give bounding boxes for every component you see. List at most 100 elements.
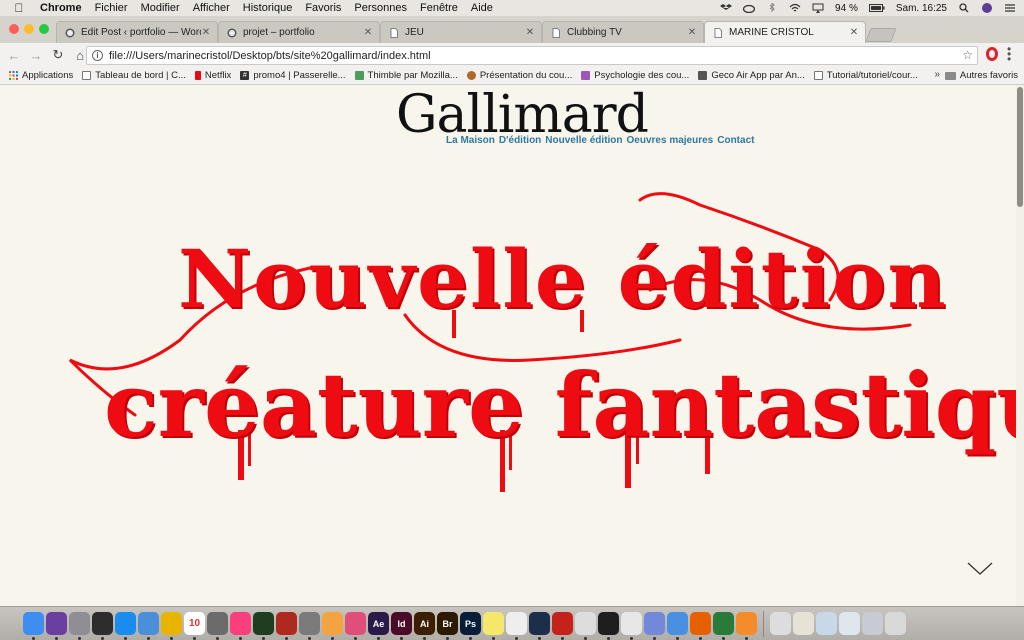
minimize-window-button[interactable] — [24, 24, 34, 34]
stickies-icon[interactable] — [483, 612, 504, 640]
menu-historique[interactable]: Historique — [243, 2, 293, 14]
filezilla-icon[interactable] — [552, 612, 573, 640]
wifi-icon[interactable] — [789, 3, 801, 13]
itunes-icon[interactable] — [230, 612, 251, 640]
tab-marine-cristol[interactable]: MARINE CRISTOL ✕ — [704, 21, 866, 43]
system-preferences-icon[interactable] — [299, 612, 320, 640]
bookmark-tutorial[interactable]: Tutorial/tutoriel/cour... — [813, 70, 918, 81]
menu-afficher[interactable]: Afficher — [193, 2, 230, 14]
textedit-icon[interactable] — [506, 612, 527, 640]
menu-fenetre[interactable]: Fenêtre — [420, 2, 458, 14]
reload-icon[interactable]: ↻ — [50, 47, 66, 63]
bookmark-promo4[interactable]: # promo4 | Passerelle... — [240, 70, 346, 81]
finder-icon[interactable] — [23, 612, 44, 640]
spotlight-search-icon[interactable] — [958, 3, 970, 13]
bookmark-folder-autres-favoris[interactable]: Autres favoris — [944, 70, 1018, 81]
bookmark-applications[interactable]: Applications — [9, 70, 73, 81]
photos-icon[interactable] — [322, 612, 343, 640]
site-info-icon[interactable]: i — [92, 50, 103, 61]
calendar-icon[interactable]: 10 — [184, 612, 205, 640]
close-window-button[interactable] — [9, 24, 19, 34]
bookmark-tableau-de-bord[interactable]: Tableau de bord | C... — [82, 70, 186, 81]
window-thumb-2-icon[interactable] — [793, 612, 814, 635]
bookmark-thimble[interactable]: Thimble par Mozilla... — [354, 70, 458, 81]
nav-link-oeuvres-majeures[interactable]: Oeuvres majeures — [627, 135, 714, 146]
bridge-icon[interactable]: Br — [437, 612, 458, 640]
window-thumb-4-icon[interactable] — [839, 612, 860, 635]
tab-clubbing-tv[interactable]: Clubbing TV ✕ — [542, 21, 704, 43]
scrollbar-thumb[interactable] — [1017, 87, 1023, 207]
bookmarks-overflow-chevron-icon[interactable]: » — [934, 69, 940, 80]
terminal-icon[interactable] — [598, 612, 619, 640]
launchpad-icon[interactable] — [69, 612, 90, 640]
trash-icon[interactable] — [885, 612, 906, 635]
close-tab-icon[interactable]: ✕ — [363, 27, 373, 38]
activity-monitor-icon[interactable] — [253, 612, 274, 640]
menu-fichier[interactable]: Fichier — [95, 2, 128, 14]
keynote-icon[interactable] — [345, 612, 366, 640]
bookmark-star-icon[interactable]: ☆ — [962, 48, 973, 62]
back-arrow-icon[interactable]: ← — [6, 47, 22, 63]
menu-modifier[interactable]: Modifier — [141, 2, 180, 14]
address-bar[interactable]: i file:///Users/marinecristol/Desktop/bt… — [86, 46, 978, 65]
page-scrollbar[interactable] — [1016, 85, 1024, 606]
firefox-icon[interactable] — [690, 612, 711, 640]
bookmark-geco-air[interactable]: Geco Air App par An... — [698, 70, 805, 81]
sublime-s-icon[interactable] — [621, 612, 642, 640]
creative-cloud-icon[interactable] — [743, 3, 756, 13]
close-tab-icon[interactable]: ✕ — [201, 27, 211, 38]
atom-icon[interactable] — [713, 612, 734, 640]
zoom-window-button[interactable] — [39, 24, 49, 34]
airplay-icon[interactable] — [812, 3, 824, 13]
tab-jeu[interactable]: JEU ✕ — [380, 21, 542, 43]
app-store-icon[interactable] — [115, 612, 136, 640]
menu-favoris[interactable]: Favoris — [305, 2, 341, 14]
mission-control-icon[interactable] — [92, 612, 113, 640]
messages-icon[interactable] — [667, 612, 688, 640]
indesign-icon[interactable]: Id — [391, 612, 412, 640]
menu-app-name[interactable]: Chrome — [40, 2, 82, 14]
sublime-text-icon[interactable] — [736, 612, 757, 640]
bluetooth-icon[interactable] — [766, 3, 778, 13]
nav-link-nouvelle-edition[interactable]: Nouvelle édition — [545, 135, 622, 146]
discord-icon[interactable] — [644, 612, 665, 640]
apple-menu-icon[interactable]:  — [12, 1, 26, 15]
siri-icon[interactable] — [46, 612, 67, 640]
cinema4d-icon[interactable] — [529, 612, 550, 640]
bookmark-netflix[interactable]: Netflix — [194, 70, 231, 81]
close-tab-icon[interactable]: ✕ — [525, 27, 535, 38]
menu-bar-clock[interactable]: Sam. 16:25 — [896, 3, 947, 14]
nav-link-contact[interactable]: Contact — [717, 135, 754, 146]
illustrator-icon[interactable]: Ai — [414, 612, 435, 640]
siri-menu-icon[interactable] — [981, 3, 993, 13]
scroll-down-chevron-icon[interactable] — [967, 560, 993, 576]
photo-booth-icon[interactable] — [276, 612, 297, 640]
downloads-icon[interactable] — [862, 612, 883, 635]
window-thumb-1-icon[interactable] — [770, 612, 791, 635]
menu-aide[interactable]: Aide — [471, 2, 493, 14]
nav-link-la-maison[interactable]: La Maison — [446, 135, 495, 146]
dropbox-icon[interactable] — [720, 3, 733, 13]
notification-center-icon[interactable] — [1004, 3, 1016, 13]
bookmark-psychologie[interactable]: Psychologie des cou... — [581, 70, 689, 81]
close-tab-icon[interactable]: ✕ — [849, 27, 859, 38]
tab-edit-post[interactable]: Edit Post ‹ portfolio — WordPr ✕ — [56, 21, 218, 43]
preview-doc-icon[interactable] — [575, 612, 596, 640]
nav-link-d-edition[interactable]: D'édition — [499, 135, 541, 146]
preview-icon[interactable] — [138, 612, 159, 640]
chrome-menu-icon[interactable]: • • • — [1007, 43, 1011, 65]
after-effects-icon[interactable]: Ae — [368, 612, 389, 640]
photoshop-icon[interactable]: Ps — [460, 612, 481, 640]
tab-projet-portfolio[interactable]: projet – portfolio ✕ — [218, 21, 380, 43]
battery-percentage[interactable]: 94 % — [835, 3, 858, 14]
forward-arrow-icon[interactable]: → — [28, 47, 44, 63]
menu-personnes[interactable]: Personnes — [354, 2, 407, 14]
window-thumb-3-icon[interactable] — [816, 612, 837, 635]
close-tab-icon[interactable]: ✕ — [687, 27, 697, 38]
opera-extension-icon[interactable] — [986, 47, 998, 61]
chrome-icon[interactable] — [161, 612, 182, 640]
battery-icon[interactable] — [868, 3, 885, 13]
pocket-icon[interactable] — [207, 612, 228, 640]
address-bar-url[interactable]: file:///Users/marinecristol/Desktop/bts/… — [109, 50, 431, 62]
bookmark-presentation[interactable]: Présentation du cou... — [466, 70, 572, 81]
